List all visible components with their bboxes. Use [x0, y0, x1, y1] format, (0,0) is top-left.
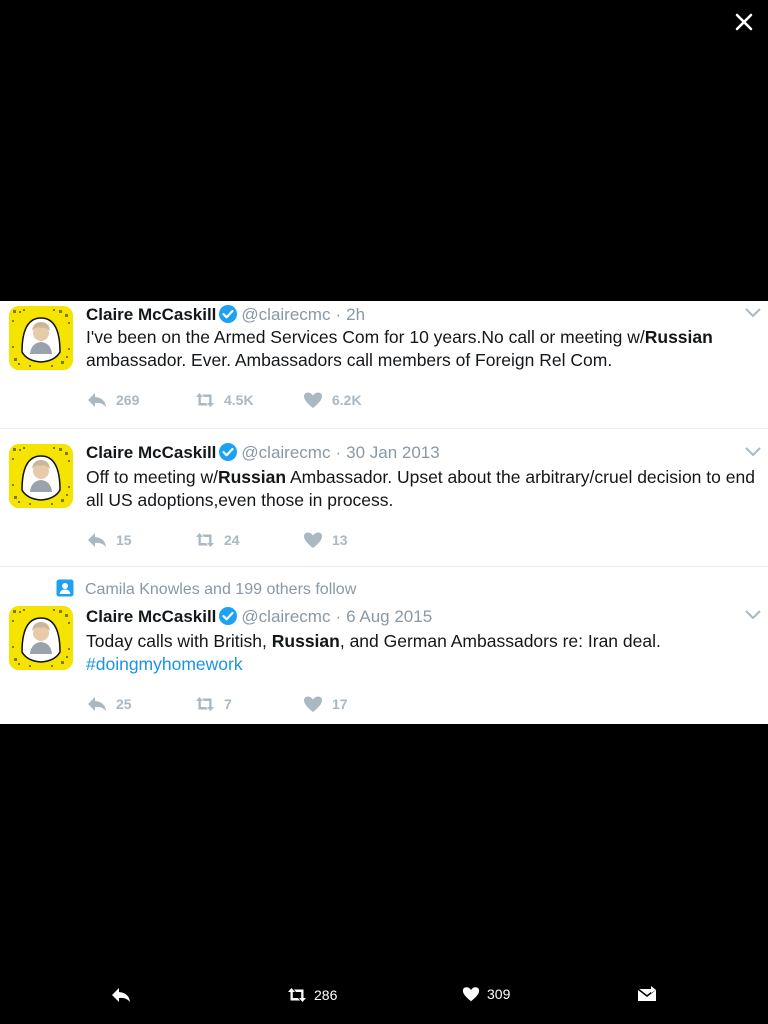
author-name[interactable]: Claire McCaskill: [86, 607, 216, 626]
heart-icon: [304, 696, 322, 712]
author-handle[interactable]: @clairecmc: [241, 305, 330, 324]
tweet-header: Claire McCaskill @clairecmc · 6 Aug 2015: [86, 606, 432, 628]
retweet-icon: [196, 533, 214, 547]
tweet-3: Camila Knowles and 199 others follow Cla…: [0, 567, 768, 724]
author-handle[interactable]: @clairecmc: [241, 607, 330, 626]
tweet-timestamp[interactable]: 6 Aug 2015: [346, 607, 432, 626]
tweet-header: Claire McCaskill @clairecmc · 30 Jan 2013: [86, 442, 440, 464]
tweet-1: Claire McCaskill @clairecmc · 2h I've been …: [0, 301, 768, 429]
reply-icon: [88, 697, 106, 711]
verified-badge-icon: [218, 606, 238, 626]
like-count: 309: [487, 986, 511, 1002]
reply-button[interactable]: 269: [86, 390, 139, 412]
highlighted-keyword: Russian: [217, 467, 287, 487]
like-count: 13: [332, 532, 348, 548]
reply-button[interactable]: [110, 985, 132, 1017]
tweet-menu-chevron[interactable]: [744, 307, 762, 319]
retweet-button[interactable]: 4.5K: [194, 390, 254, 412]
verified-badge-icon: [218, 304, 238, 324]
chevron-down-icon: [745, 308, 761, 318]
retweet-count: 286: [314, 987, 338, 1003]
separator-dot: ·: [335, 443, 342, 462]
highlighted-keyword: Russian: [271, 631, 340, 651]
avatar[interactable]: [9, 606, 73, 670]
tweet-header: Claire McCaskill @clairecmc · 2h: [86, 304, 365, 326]
reply-button[interactable]: 15: [86, 530, 132, 552]
heart-icon: [304, 532, 322, 548]
retweet-button[interactable]: 7: [194, 694, 232, 716]
close-button[interactable]: [732, 10, 756, 34]
like-count: 6.2K: [332, 392, 362, 408]
separator-dot: ·: [335, 305, 342, 324]
author-handle[interactable]: @clairecmc: [241, 443, 330, 462]
tweet-screenshot: Claire McCaskill @clairecmc · 2h I've been …: [0, 301, 768, 724]
reply-icon: [88, 393, 106, 407]
reply-icon: [112, 988, 130, 1002]
tweet-2: Claire McCaskill @clairecmc · 30 Jan 2013 O…: [0, 429, 768, 567]
avatar[interactable]: [9, 306, 73, 370]
direct-message-button[interactable]: [636, 985, 658, 1017]
like-button[interactable]: 6.2K: [302, 390, 362, 412]
tweet-menu-chevron[interactable]: [744, 609, 762, 621]
like-count: 17: [332, 696, 348, 712]
follow-person-icon: [56, 579, 74, 597]
tweet-timestamp[interactable]: 30 Jan 2013: [346, 443, 440, 462]
reply-count: 15: [116, 532, 132, 548]
like-button[interactable]: 17: [302, 694, 348, 716]
tweet-menu-chevron[interactable]: [744, 446, 762, 458]
like-button[interactable]: 309: [461, 985, 510, 1017]
heart-icon: [304, 392, 322, 408]
heart-icon: [462, 987, 480, 1002]
hashtag-link[interactable]: #doingmyhomework: [86, 654, 243, 674]
envelope-icon: [637, 986, 657, 1001]
author-name[interactable]: Claire McCaskill: [86, 305, 216, 324]
tweet-timestamp[interactable]: 2h: [346, 305, 365, 324]
chevron-down-icon: [745, 610, 761, 620]
author-name[interactable]: Claire McCaskill: [86, 443, 216, 462]
like-button[interactable]: 13: [302, 530, 348, 552]
avatar[interactable]: [9, 444, 73, 508]
retweet-count: 4.5K: [224, 392, 254, 408]
retweet-icon: [196, 697, 214, 711]
retweet-icon: [288, 988, 306, 1002]
retweet-icon: [196, 393, 214, 407]
tweet-text: Off to meeting w/Russian Ambassador. Ups…: [86, 467, 755, 510]
verified-badge-icon: [218, 442, 238, 462]
chevron-down-icon: [745, 447, 761, 457]
tweet-text: Today calls with British, Russian, and G…: [86, 631, 661, 674]
reply-icon: [88, 533, 106, 547]
retweet-button[interactable]: 24: [194, 530, 240, 552]
social-context-text: Camila Knowles and 199 others follow: [85, 581, 357, 598]
retweet-count: 24: [224, 532, 240, 548]
reply-count: 269: [116, 392, 140, 408]
tweet-text: I've been on the Armed Services Com for …: [86, 327, 713, 370]
highlighted-keyword: Russian: [644, 327, 713, 347]
retweet-button[interactable]: 286: [286, 985, 337, 1017]
social-context[interactable]: Camila Knowles and 199 others follow: [56, 579, 356, 599]
reply-count: 25: [116, 696, 132, 712]
separator-dot: ·: [335, 607, 342, 626]
retweet-count: 7: [224, 696, 232, 712]
viewer-action-bar: 286 309: [0, 985, 768, 1017]
close-icon: [735, 13, 753, 31]
reply-button[interactable]: 25: [86, 694, 132, 716]
